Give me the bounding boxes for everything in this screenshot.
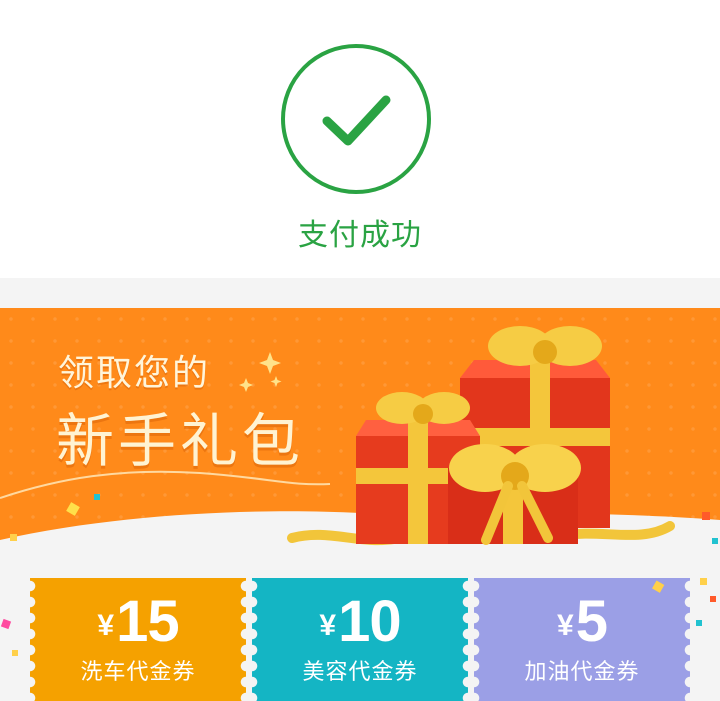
confetti-decoration — [0, 578, 716, 656]
payment-result-section: 支付成功 — [0, 0, 720, 278]
banner-title: 新手礼包 — [56, 407, 305, 475]
banner-subtitle: 领取您的 — [58, 353, 211, 394]
newcomer-gift-banner[interactable]: 领取您的 新手礼包 — [0, 308, 720, 550]
section-divider — [0, 278, 720, 308]
payment-status-text: 支付成功 — [298, 218, 422, 253]
coupon-list: ¥15 洗车代金券 ¥10 美容代金券 ¥5 加油代金券 — [0, 550, 720, 701]
check-circle-icon — [281, 44, 431, 194]
